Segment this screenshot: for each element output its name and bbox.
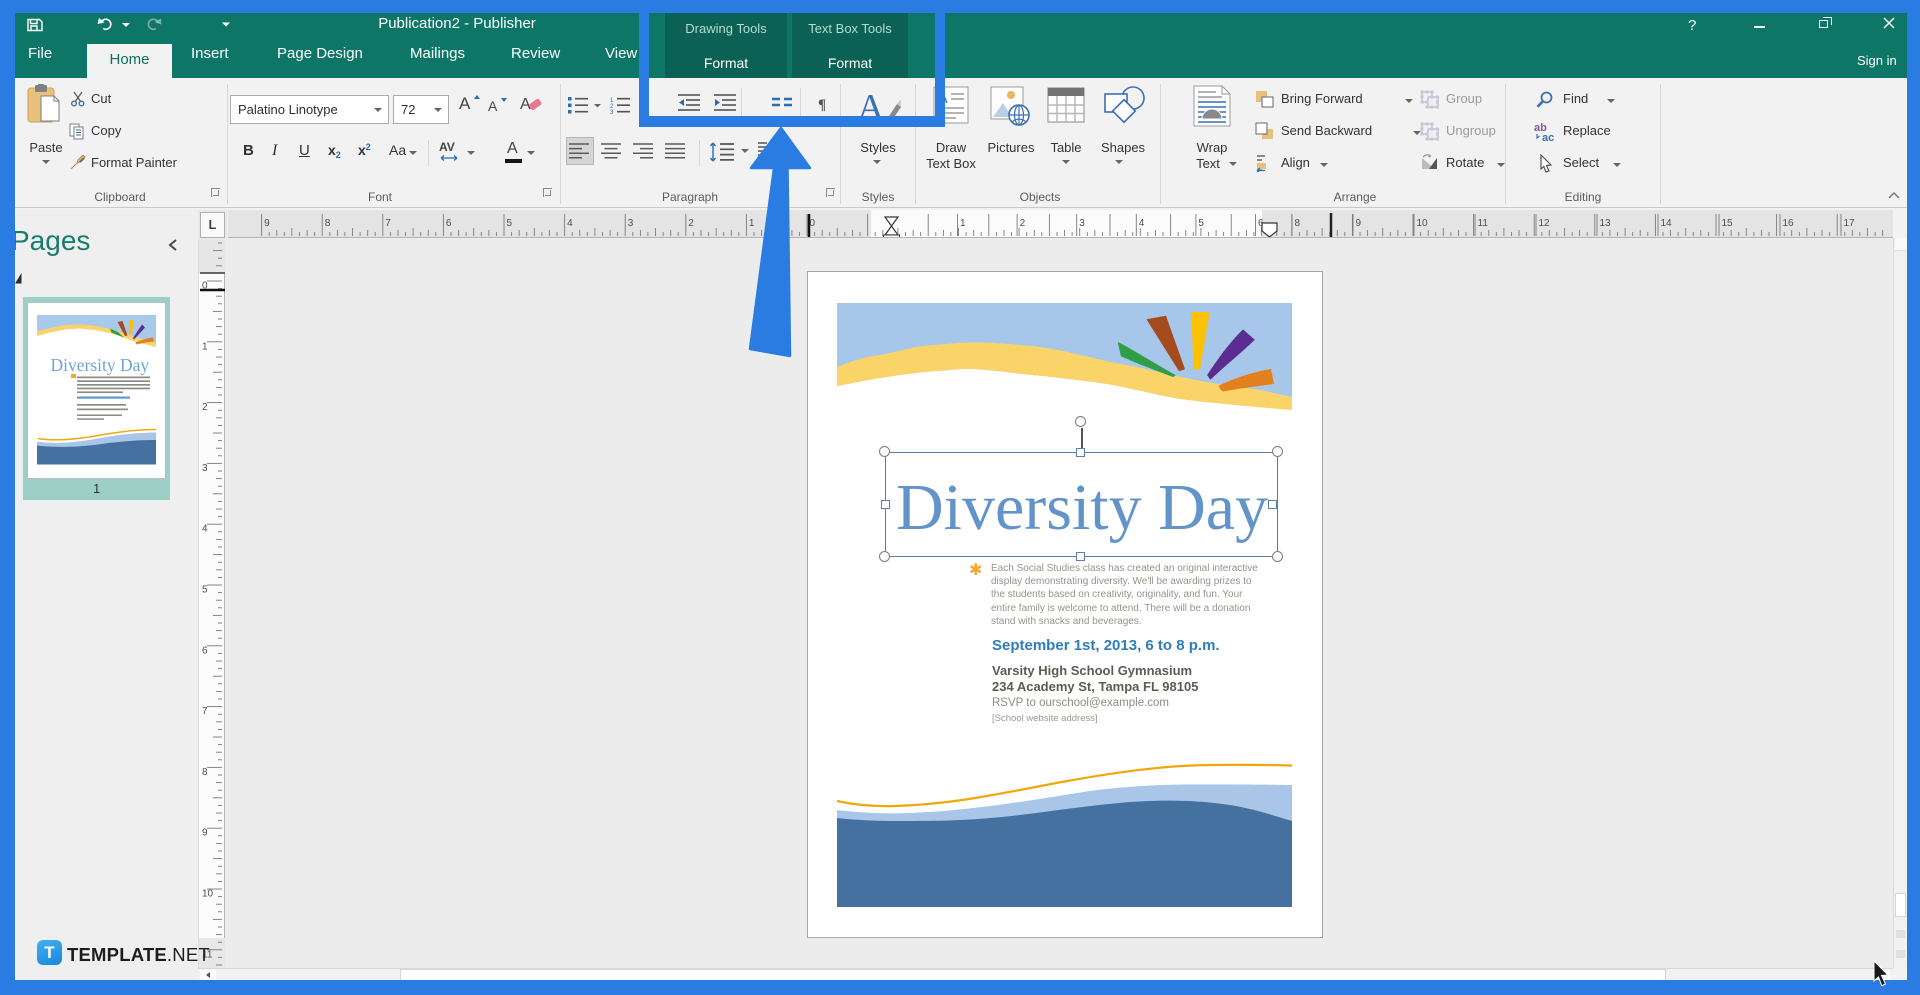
svg-text:3: 3 [1079, 218, 1085, 229]
svg-text:8: 8 [1295, 218, 1301, 229]
svg-text:Diversity Day: Diversity Day [51, 355, 150, 375]
svg-text:13: 13 [1600, 218, 1612, 229]
svg-text:3: 3 [610, 110, 614, 115]
svg-text:3: 3 [202, 463, 208, 474]
svg-text:9: 9 [1356, 218, 1362, 229]
svg-text:4: 4 [1139, 218, 1145, 229]
svg-text:5: 5 [202, 585, 208, 596]
svg-text:8: 8 [325, 218, 331, 229]
svg-text:8: 8 [202, 767, 208, 778]
svg-text:7: 7 [202, 706, 208, 717]
svg-text:AV: AV [439, 140, 455, 154]
svg-text:11: 11 [1478, 218, 1489, 229]
svg-text:A: A [520, 96, 531, 113]
svg-text:2: 2 [202, 402, 208, 413]
svg-text:10: 10 [202, 889, 214, 900]
svg-text:9: 9 [264, 218, 270, 229]
svg-text:2: 2 [688, 218, 694, 229]
svg-text:15: 15 [1722, 218, 1734, 229]
svg-text:5: 5 [507, 218, 513, 229]
svg-text:12: 12 [1539, 218, 1551, 229]
svg-text:4: 4 [202, 524, 208, 535]
svg-text:6: 6 [446, 218, 452, 229]
svg-text:4: 4 [567, 218, 573, 229]
svg-text:6: 6 [202, 645, 208, 656]
svg-text:5: 5 [1198, 218, 1204, 229]
svg-text:1: 1 [202, 341, 208, 352]
svg-text:14: 14 [1661, 218, 1673, 229]
svg-text:10: 10 [1417, 218, 1429, 229]
svg-text:3: 3 [628, 218, 634, 229]
svg-text:9: 9 [202, 828, 208, 839]
svg-text:2: 2 [1020, 218, 1026, 229]
svg-text:17: 17 [1844, 218, 1856, 229]
svg-text:7: 7 [385, 218, 391, 229]
svg-text:ac: ac [1542, 132, 1554, 142]
svg-text:16: 16 [1783, 218, 1795, 229]
svg-text:1: 1 [960, 218, 966, 229]
